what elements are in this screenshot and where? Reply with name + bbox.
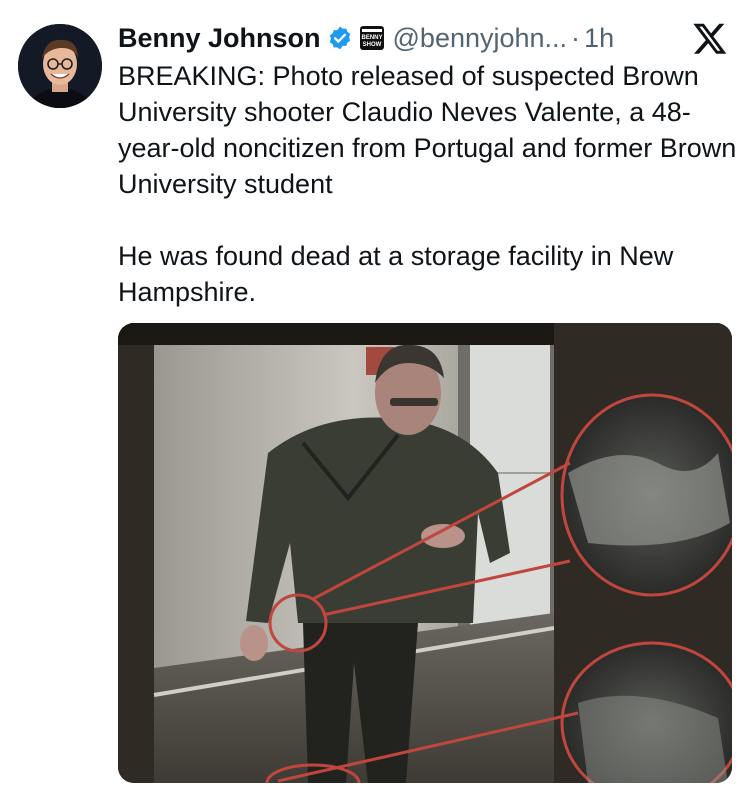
verified-badge-icon[interactable] — [327, 25, 353, 51]
affiliate-logo-icon[interactable]: BENNY SHOW — [359, 25, 385, 51]
tweet-paragraph: He was found dead at a storage facility … — [118, 241, 674, 307]
svg-text:SHOW: SHOW — [362, 42, 381, 48]
tweet-body: BREAKING: Photo released of suspected Br… — [118, 58, 738, 310]
tweet-timestamp[interactable]: 1h — [584, 23, 614, 54]
tweet-header: Benny Johnson BENNY SHOW @bennyjohn... ·… — [118, 18, 614, 58]
surveillance-photo — [118, 323, 732, 783]
author-avatar[interactable] — [18, 24, 102, 108]
svg-text:BENNY: BENNY — [361, 35, 382, 41]
author-name[interactable]: Benny Johnson — [118, 23, 321, 54]
avatar-image — [18, 24, 102, 108]
x-logo-icon — [692, 20, 728, 56]
author-handle[interactable]: @bennyjohn... — [393, 23, 568, 54]
separator-dot: · — [571, 22, 581, 53]
tweet-media-photo[interactable] — [118, 323, 732, 783]
tweet-paragraph: BREAKING: Photo released of suspected Br… — [118, 61, 737, 199]
